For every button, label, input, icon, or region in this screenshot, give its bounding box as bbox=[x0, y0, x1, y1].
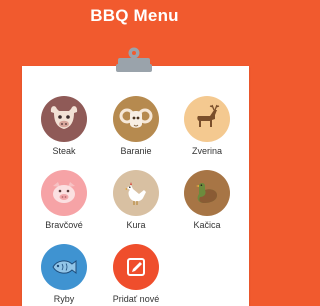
deer-icon bbox=[184, 96, 230, 142]
menu-item-label: Kačica bbox=[193, 220, 221, 230]
menu-item-label: Baranie bbox=[120, 146, 152, 156]
menu-item-label: Zverina bbox=[191, 146, 222, 156]
ram-icon bbox=[113, 96, 159, 142]
menu-item-kura[interactable]: Kura bbox=[106, 170, 166, 230]
chicken-icon bbox=[113, 170, 159, 216]
clipboard-clip-icon bbox=[116, 47, 152, 72]
menu-board: Steak Baranie Zverina Bravčové Kura Kači… bbox=[22, 66, 249, 306]
page-title: BBQ Menu bbox=[90, 6, 179, 25]
fish-icon bbox=[41, 244, 87, 290]
menu-item-ryby[interactable]: Ryby bbox=[34, 244, 94, 304]
menu-item-baranie[interactable]: Baranie bbox=[106, 96, 166, 156]
menu-item-steak[interactable]: Steak bbox=[34, 96, 94, 156]
menu-item-label: Pridať nové bbox=[112, 294, 160, 304]
menu-item-label: Steak bbox=[52, 146, 76, 156]
pig-icon bbox=[41, 170, 87, 216]
menu-item-zverina[interactable]: Zverina bbox=[177, 96, 237, 156]
menu-item-label: Kura bbox=[126, 220, 146, 230]
menu-item-bravcove[interactable]: Bravčové bbox=[34, 170, 94, 230]
duck-icon bbox=[184, 170, 230, 216]
app-root: BBQ Menu Steak Baranie Zverina Bravčové … bbox=[0, 0, 269, 306]
edit-icon bbox=[113, 244, 159, 290]
menu-item-label: Bravčové bbox=[45, 220, 83, 230]
menu-item-kacica[interactable]: Kačica bbox=[177, 170, 237, 230]
menu-item-label: Ryby bbox=[53, 294, 75, 304]
add-new-button[interactable]: Pridať nové bbox=[106, 244, 166, 304]
cow-icon bbox=[41, 96, 87, 142]
